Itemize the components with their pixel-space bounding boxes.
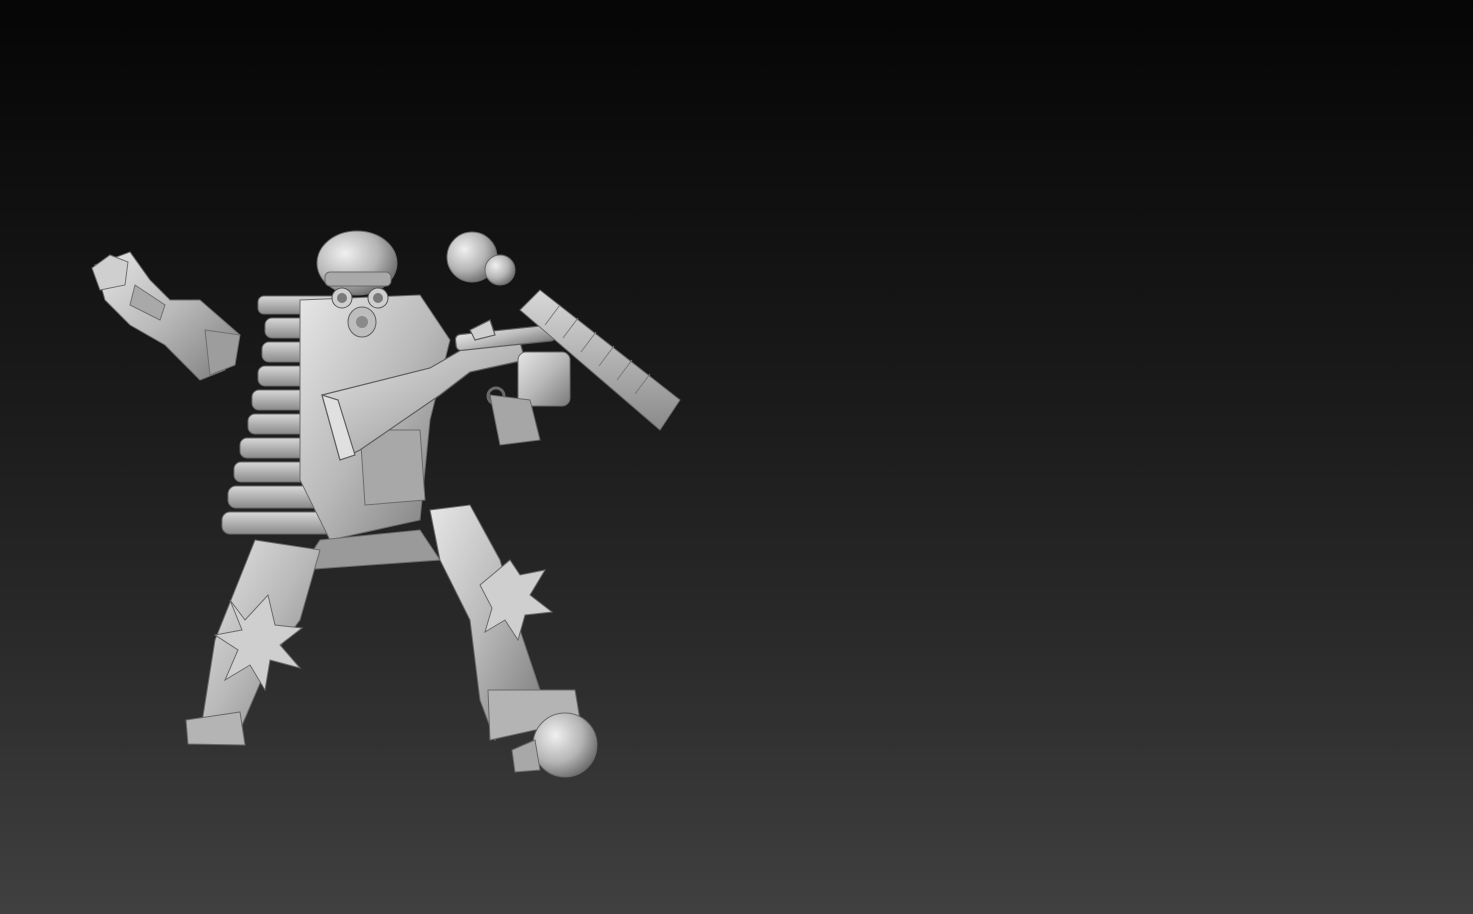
sculpt-viewport[interactable]: [0, 0, 1473, 914]
left-leg: [185, 539, 321, 746]
left-arm: [91, 251, 241, 381]
right-leg: [429, 504, 598, 778]
armored-soldier-model[interactable]: [0, 0, 1473, 914]
right-hand: [489, 351, 571, 446]
